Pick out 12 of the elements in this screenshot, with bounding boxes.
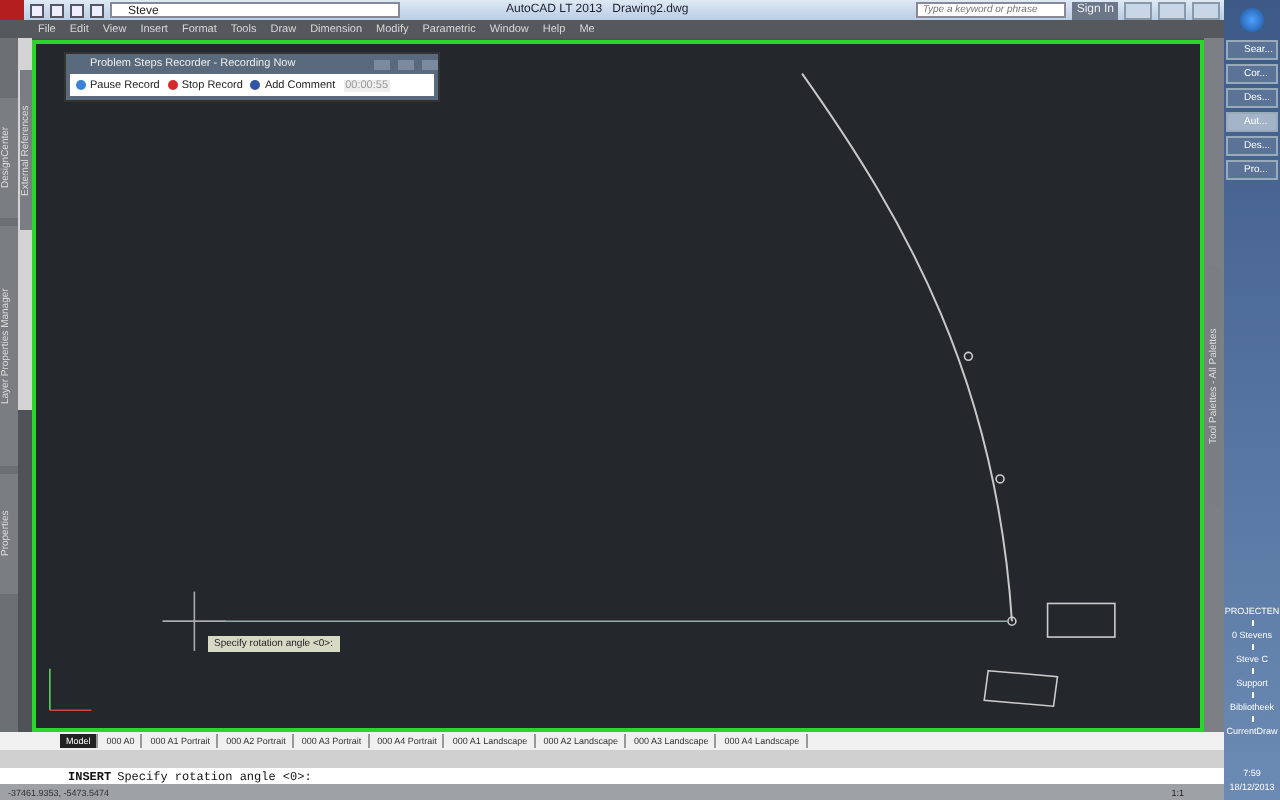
start-button[interactable]	[1240, 8, 1264, 32]
grip-point	[963, 351, 974, 362]
ucs-icon	[49, 667, 93, 711]
minimize-button[interactable]	[1124, 1, 1152, 19]
close-button[interactable]	[422, 59, 438, 69]
minimize-button[interactable]	[374, 59, 390, 69]
grip-point	[1007, 616, 1017, 626]
maximize-button[interactable]	[398, 59, 414, 69]
rectangle-shape	[1046, 602, 1116, 638]
maximize-button[interactable]	[1158, 1, 1186, 19]
grip-point	[995, 474, 1005, 484]
close-button[interactable]	[1192, 1, 1220, 19]
